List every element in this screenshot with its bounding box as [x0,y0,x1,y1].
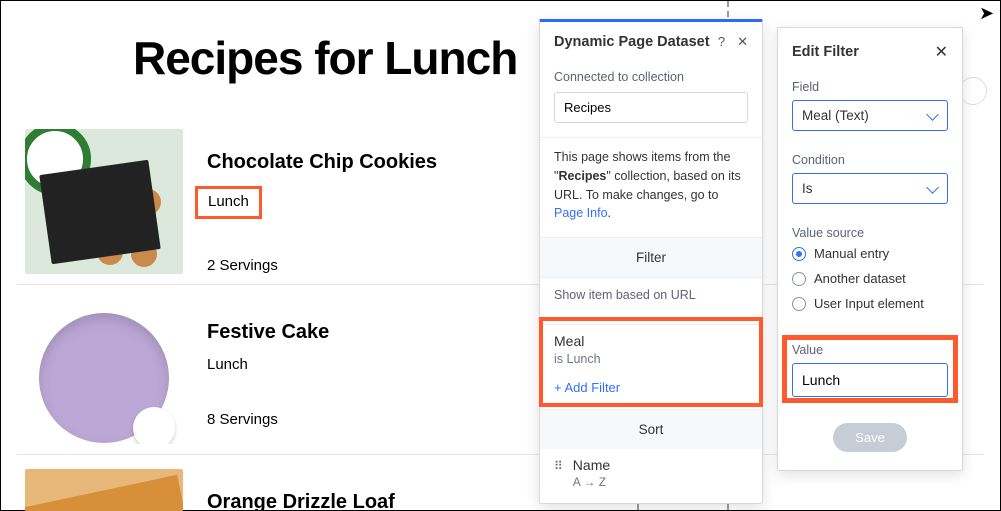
radio-icon [792,247,806,261]
recipe-title[interactable]: Festive Cake [207,321,329,344]
page-title: Recipes for Lunch [133,31,517,85]
cursor-icon: ➤ [979,3,994,24]
recipe-servings: 2 Servings [207,257,437,274]
recipe-tag-highlighted: Lunch [195,186,262,219]
condition-select-value: Is [802,181,813,196]
filter-heading: Filter [540,237,762,277]
recipe-thumbnail[interactable] [25,299,183,444]
dataset-panel: Dynamic Page Dataset ? ✕ Connected to co… [539,19,763,504]
edit-filter-title: Edit Filter [792,44,859,60]
sort-heading: Sort [540,409,762,449]
close-icon[interactable]: ✕ [935,42,948,62]
radio-icon [792,272,806,286]
recipe-thumbnail[interactable] [25,469,183,511]
page-info-link[interactable]: Page Info [554,206,608,220]
recipe-row: Orange Drizzle Loaf [25,469,395,511]
sort-item[interactable]: ⠿ Name A → Z [540,449,762,503]
add-filter-link[interactable]: + Add Filter [554,380,748,395]
sort-field-name: Name [573,457,610,473]
condition-label: Condition [792,153,948,167]
value-source-label: Value source [792,226,948,240]
recipe-title[interactable]: Chocolate Chip Cookies [207,151,437,174]
filter-field-name: Meal [554,333,748,349]
field-select-value: Meal (Text) [802,108,869,123]
recipe-servings: 8 Servings [207,411,329,428]
recipe-title[interactable]: Orange Drizzle Loaf [207,491,395,511]
radio-label: Manual entry [814,246,889,261]
dataset-panel-title: Dynamic Page Dataset [554,34,710,50]
recipe-row: Chocolate Chip Cookies Lunch 2 Servings … [25,129,437,274]
field-label: Field [792,80,948,94]
radio-manual-entry[interactable]: Manual entry [792,246,948,261]
filter-url-label: Show item based on URL [554,288,748,302]
recipe-tag: Lunch [207,356,248,373]
radio-label: User Input element [814,296,924,311]
condition-select[interactable]: Is [792,173,948,204]
recipe-thumbnail[interactable] [25,129,183,274]
field-select[interactable]: Meal (Text) [792,100,948,131]
dataset-description: This page shows items from the "Recipes"… [554,148,748,223]
tooltip-bubble [959,77,987,105]
connected-to-label: Connected to collection [554,70,748,84]
radio-user-input-element[interactable]: User Input element [792,296,948,311]
sort-direction: A → Z [573,475,610,489]
radio-label: Another dataset [814,271,906,286]
radio-icon [792,297,806,311]
value-label: Value [792,343,948,357]
filter-summary: is Lunch [554,352,748,366]
filter-item[interactable]: Meal is Lunch [554,333,748,366]
edit-filter-panel: Edit Filter ✕ Field Meal (Text) Conditio… [777,27,963,471]
save-button[interactable]: Save [833,423,907,452]
value-input[interactable] [792,363,948,397]
drag-handle-icon[interactable]: ⠿ [554,457,563,473]
radio-another-dataset[interactable]: Another dataset [792,271,948,286]
collection-input[interactable] [554,92,748,123]
help-icon[interactable]: ? [718,34,725,50]
recipe-row: Festive Cake Lunch 8 Servings R [25,299,329,444]
close-icon[interactable]: ✕ [737,34,748,50]
